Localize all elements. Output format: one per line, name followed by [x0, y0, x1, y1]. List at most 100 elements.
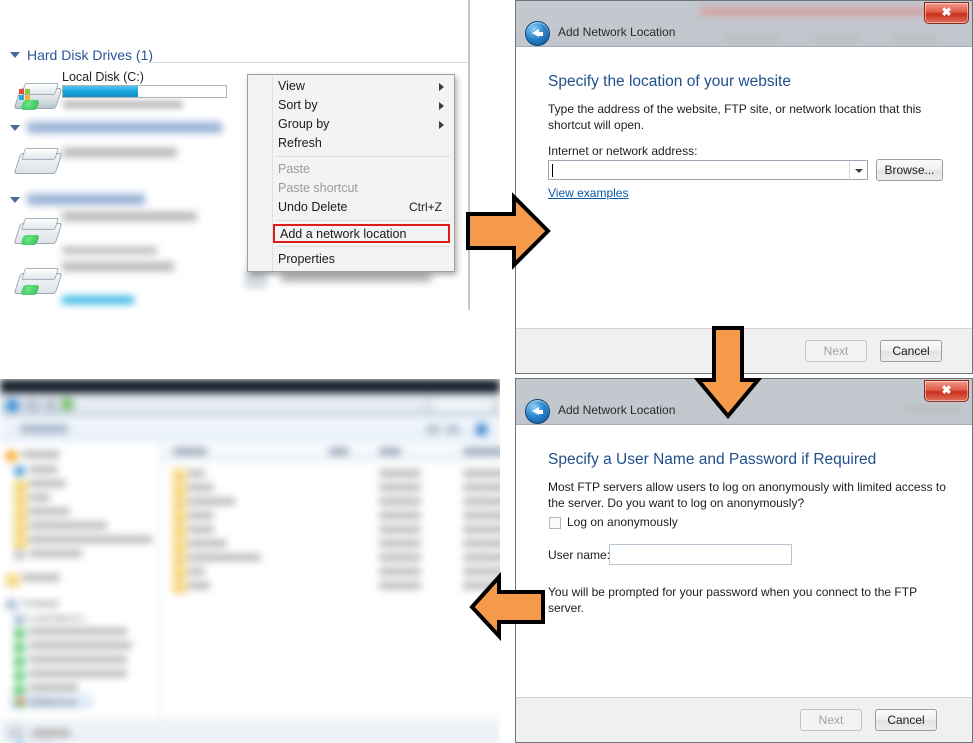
context-menu-separator	[276, 220, 450, 221]
nav-section-header[interactable]	[6, 573, 60, 586]
dialog-footer: Next Cancel	[516, 697, 972, 742]
nav-item[interactable]	[14, 683, 79, 694]
cell-name	[188, 498, 236, 505]
file-list-column-headers[interactable]	[161, 442, 500, 461]
context-menu-item-paste: Paste	[248, 160, 454, 179]
explorer-top-panel: Hard Disk Drives (1) Local Disk (C:) Vie…	[0, 0, 470, 310]
cell-name	[188, 582, 210, 589]
context-menu-item-properties[interactable]: Properties	[248, 250, 454, 269]
group-header-network-location[interactable]	[10, 192, 145, 208]
explorer-command-bar[interactable]	[0, 417, 500, 443]
nav-item[interactable]	[14, 479, 66, 492]
context-menu-item-group-by[interactable]: Group by	[248, 115, 454, 134]
text-caret	[552, 164, 553, 177]
nav-item-icon	[14, 656, 25, 666]
nav-item[interactable]: Local Disk (C:)	[14, 613, 85, 624]
close-button[interactable]: ✖	[924, 2, 969, 24]
arrow-down-to-dialog2	[693, 326, 763, 420]
context-menu-item-add-a-network-location[interactable]: Add a network location	[273, 224, 450, 243]
nav-section-header[interactable]	[6, 450, 60, 461]
password-prompt-note: You will be prompted for your password w…	[548, 585, 917, 615]
context-menu-item-label: Undo Delete	[278, 200, 348, 214]
close-button[interactable]: ✖	[924, 380, 969, 402]
dialog-body: Specify the location of your website Typ…	[516, 46, 972, 330]
dialog-heading: Specify the location of your website	[548, 73, 791, 90]
dialog-description: Type the address of the website, FTP sit…	[548, 102, 922, 132]
network-drive-icon-1	[13, 215, 63, 249]
context-menu-item-sort-by[interactable]: Sort by	[248, 96, 454, 115]
nav-item[interactable]	[14, 549, 83, 560]
context-menu-item-view[interactable]: View	[248, 77, 454, 96]
cell-type	[379, 512, 421, 519]
nav-item[interactable]	[14, 521, 107, 534]
folder-icon	[173, 525, 186, 537]
redacted-background-toolbar	[725, 30, 945, 43]
nav-section-label	[22, 450, 60, 460]
explorer-titlebar[interactable]	[0, 379, 500, 393]
explorer-file-list[interactable]	[161, 442, 500, 721]
nav-section-label	[22, 573, 60, 583]
username-input[interactable]	[609, 544, 792, 565]
next-button[interactable]: Next	[805, 340, 867, 362]
nav-item-label	[29, 683, 79, 693]
browse-button[interactable]: Browse...	[876, 159, 943, 181]
cell-date-modified	[463, 526, 500, 533]
cell-name	[188, 540, 227, 547]
nav-item[interactable]	[14, 493, 50, 506]
context-menu-item-undo-delete[interactable]: Undo Delete Ctrl+Z	[248, 198, 454, 217]
nav-item-label	[29, 507, 70, 517]
collapse-triangle-icon[interactable]	[10, 52, 20, 58]
group-header-removable-storage[interactable]	[10, 120, 222, 136]
nav-item-icon	[14, 670, 25, 680]
nav-item[interactable]: WDMyCloud	[14, 697, 77, 708]
cell-name	[188, 470, 206, 477]
next-button[interactable]: Next	[800, 709, 862, 731]
log-on-anonymously-checkbox[interactable]	[549, 517, 561, 529]
username-label: User name:	[548, 548, 611, 562]
context-menu-item-label: Properties	[278, 252, 335, 266]
group-header-hard-disk-drives[interactable]: Hard Disk Drives (1)	[10, 47, 153, 63]
back-arrow-icon[interactable]	[525, 21, 550, 46]
cell-date-modified	[463, 540, 500, 547]
cell-type	[379, 498, 421, 505]
removable-drive-icon	[13, 145, 63, 179]
desktop-context-menu[interactable]: View Sort by Group by Refresh Paste Paste sho…	[247, 74, 455, 272]
explorer-navigation-toolbar[interactable]	[0, 393, 500, 418]
nav-section-header[interactable]: Computer	[6, 598, 59, 609]
dialog-titlebar[interactable]: ✖ Add Network Location	[515, 0, 973, 46]
nav-item-icon	[14, 550, 25, 560]
nav-item[interactable]	[14, 669, 128, 680]
address-input[interactable]	[548, 160, 868, 180]
folder-icon	[173, 469, 186, 481]
collapse-triangle-icon[interactable]	[10, 125, 20, 131]
nav-item[interactable]	[14, 627, 128, 638]
nav-item[interactable]	[14, 535, 152, 548]
dialog-title: Add Network Location	[558, 25, 676, 39]
redacted-explorer-window: Computer Local Disk (C:) WDMyCloud	[0, 379, 500, 743]
cell-name	[188, 484, 214, 491]
nav-item-icon	[14, 494, 27, 506]
folder-icon	[173, 483, 186, 495]
log-on-anonymously-label[interactable]: Log on anonymously	[567, 515, 678, 529]
context-menu-item-refresh[interactable]: Refresh	[248, 134, 454, 153]
back-arrow-icon[interactable]	[525, 399, 550, 424]
dialog-description: Most FTP servers allow users to log on a…	[548, 480, 946, 510]
nav-item[interactable]	[14, 465, 58, 476]
cell-date-modified	[463, 484, 500, 491]
chevron-down-icon[interactable]	[849, 161, 867, 179]
collapse-triangle-icon[interactable]	[10, 197, 20, 203]
nav-item[interactable]	[14, 641, 132, 652]
nav-section-icon	[6, 599, 17, 609]
nav-item-label	[29, 655, 128, 665]
cancel-button[interactable]: Cancel	[875, 709, 937, 731]
nav-item[interactable]	[14, 655, 128, 666]
context-menu-separator	[276, 246, 450, 247]
network-drive-icon-2	[13, 265, 63, 299]
chevron-right-icon	[439, 121, 444, 129]
explorer-navigation-pane[interactable]: Computer Local Disk (C:) WDMyCloud	[0, 442, 161, 743]
dialog-body: Specify a User Name and Password if Requ…	[516, 424, 972, 699]
view-examples-link[interactable]: View examples	[548, 186, 628, 200]
cell-type	[379, 554, 421, 561]
nav-item[interactable]	[14, 507, 70, 520]
cancel-button[interactable]: Cancel	[880, 340, 942, 362]
